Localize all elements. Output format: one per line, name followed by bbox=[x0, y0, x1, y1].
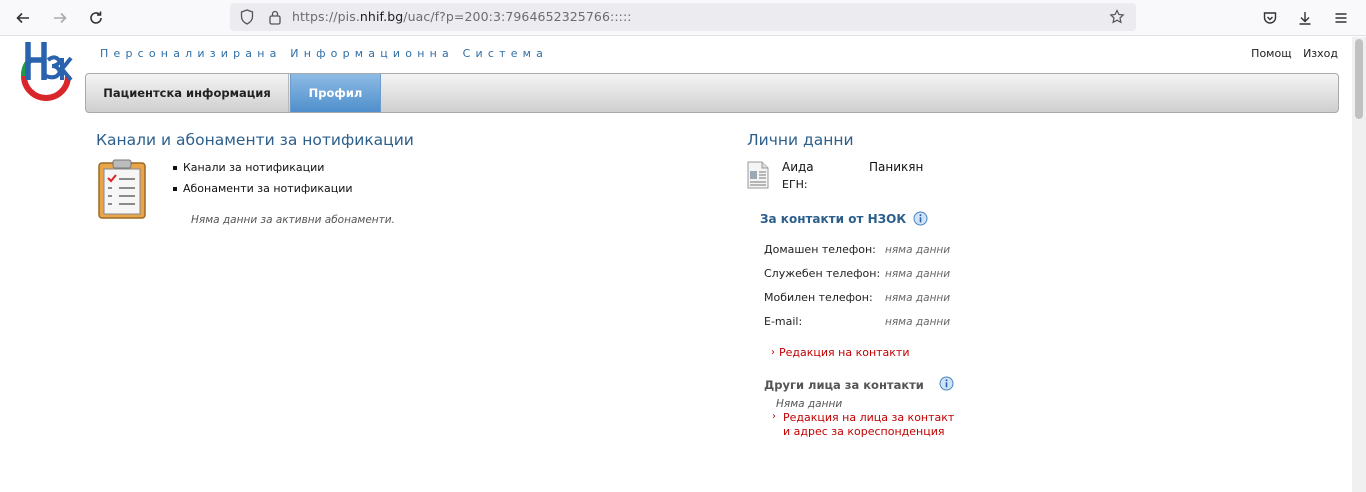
edit-persons-link[interactable]: Редакция на лица за контакт и адрес за к… bbox=[783, 411, 954, 439]
clipboard-checklist-icon bbox=[97, 158, 147, 220]
work-phone-label: Служебен телефон: bbox=[764, 267, 881, 280]
egn-label: ЕГН: bbox=[782, 178, 808, 191]
back-icon[interactable] bbox=[11, 6, 35, 30]
edit-contacts-link[interactable]: Редакция на контакти bbox=[779, 346, 910, 360]
info-icon[interactable] bbox=[913, 211, 928, 226]
last-name: Паникян bbox=[869, 160, 924, 174]
url-text[interactable]: https://pis.nhif.bg/uac/f?p=200:3:796465… bbox=[292, 9, 632, 24]
browser-toolbar: https://pis.nhif.bg/uac/f?p=200:3:796465… bbox=[0, 0, 1366, 36]
chevron-right-icon: › bbox=[772, 411, 776, 422]
nhif-logo[interactable] bbox=[18, 38, 74, 102]
work-phone-value: няма данни bbox=[885, 268, 951, 280]
info-icon[interactable] bbox=[939, 376, 954, 391]
reload-icon[interactable] bbox=[84, 6, 108, 30]
help-link[interactable]: Помощ bbox=[1251, 47, 1291, 60]
tab-patient-info[interactable]: Пациентска информация bbox=[86, 74, 289, 112]
menu-icon[interactable] bbox=[1329, 6, 1353, 30]
edit-persons-link-line1[interactable]: Редакция на лица за контакт bbox=[783, 411, 954, 425]
pocket-icon[interactable] bbox=[1258, 6, 1282, 30]
forward-icon[interactable] bbox=[48, 6, 72, 30]
home-phone-label: Домашен телефон: bbox=[764, 243, 876, 256]
email-value: няма данни bbox=[885, 316, 951, 328]
email-label: E-mail: bbox=[764, 315, 803, 328]
other-persons-empty-note: Няма данни bbox=[776, 398, 843, 410]
mobile-phone-label: Мобилен телефон: bbox=[764, 291, 873, 304]
no-subscriptions-note: Няма данни за активни абонаменти. bbox=[191, 214, 395, 226]
url-domain: nhif.bg bbox=[359, 9, 404, 24]
id-card-icon bbox=[746, 160, 770, 190]
url-bar[interactable]: https://pis.nhif.bg/uac/f?p=200:3:796465… bbox=[230, 3, 1136, 31]
top-links: Помощ Изход bbox=[1243, 47, 1338, 60]
notifications-list: Канали за нотификации Абонаменти за ноти… bbox=[173, 161, 353, 203]
star-icon[interactable] bbox=[1108, 8, 1126, 26]
list-item-subscriptions[interactable]: Абонаменти за нотификации bbox=[173, 182, 353, 203]
url-suffix: /uac/f?p=200:3:7964652325766::::: bbox=[403, 9, 632, 24]
scrollbar-thumb[interactable] bbox=[1355, 39, 1363, 119]
system-title: Персонализирана Информационна Система bbox=[100, 47, 549, 60]
lock-icon[interactable] bbox=[266, 8, 284, 26]
chevron-right-icon: › bbox=[771, 347, 775, 358]
mobile-phone-value: няма данни bbox=[885, 292, 951, 304]
edit-persons-link-line2[interactable]: и адрес за кореспонденция bbox=[783, 425, 954, 439]
main-tab-bar: Пациентска информация Профил bbox=[85, 73, 1339, 113]
first-name: Аида bbox=[782, 160, 814, 174]
exit-link[interactable]: Изход bbox=[1303, 47, 1338, 60]
other-persons-subtitle: Други лица за контакти bbox=[764, 378, 924, 392]
list-item-channels[interactable]: Канали за нотификации bbox=[173, 161, 353, 182]
contacts-subtitle: За контакти от НЗОК bbox=[760, 212, 907, 226]
personal-data-section-title: Лични данни bbox=[747, 131, 854, 149]
home-phone-value: няма данни bbox=[885, 244, 951, 256]
url-prefix: https://pis. bbox=[292, 9, 360, 24]
shield-icon[interactable] bbox=[238, 8, 256, 26]
download-icon[interactable] bbox=[1293, 6, 1317, 30]
tab-profile[interactable]: Профил bbox=[290, 74, 381, 112]
notifications-section-title: Канали и абонаменти за нотификации bbox=[96, 131, 414, 149]
